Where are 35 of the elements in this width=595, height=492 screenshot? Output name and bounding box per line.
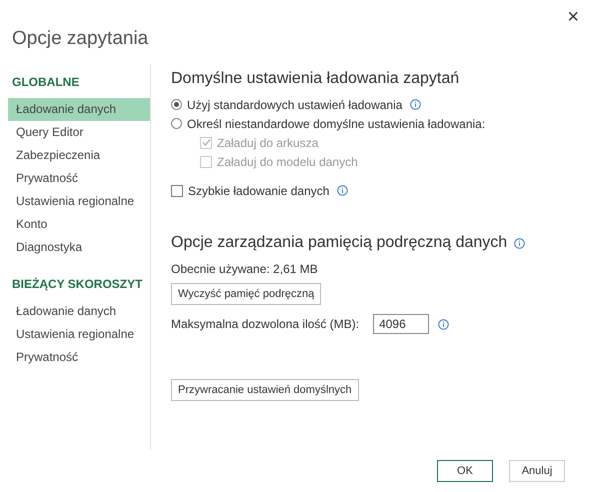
sidebar-item[interactable]: Ładowanie danych bbox=[8, 300, 150, 323]
clear-cache-button[interactable]: Wyczyść pamięć podręczną bbox=[171, 283, 322, 305]
sidebar-item[interactable]: Prywatność bbox=[8, 346, 150, 369]
checkbox-label: Załaduj do modelu danych bbox=[217, 154, 358, 168]
info-icon[interactable] bbox=[337, 185, 348, 196]
sidebar-item[interactable]: Prywatność bbox=[8, 167, 150, 190]
info-icon[interactable] bbox=[410, 99, 422, 110]
cache-usage-text: Obecnie używane: 2,61 MB bbox=[171, 262, 318, 276]
cancel-button[interactable]: Anuluj bbox=[509, 460, 565, 482]
ok-button[interactable]: OK bbox=[437, 460, 493, 482]
sidebar-item[interactable]: Diagnostyka bbox=[8, 236, 150, 259]
close-button[interactable]: × bbox=[561, 4, 585, 30]
section-heading: GLOBALNE bbox=[11, 74, 80, 91]
section-heading: Opcje zarządzania pamięcią podręczną danych bbox=[171, 234, 508, 252]
radio-button[interactable] bbox=[171, 99, 182, 110]
section-heading: BIEŻĄCY SKOROSZYT bbox=[11, 276, 144, 293]
checkbox[interactable] bbox=[171, 184, 183, 196]
radio-button[interactable] bbox=[171, 118, 182, 129]
max-size-field[interactable]: 4096 bbox=[373, 314, 430, 334]
sidebar-item[interactable]: Ustawienia regionalne bbox=[8, 323, 150, 346]
sidebar-item[interactable]: Konto bbox=[8, 213, 150, 236]
sidebar-item[interactable]: Ustawienia regionalne bbox=[8, 190, 150, 213]
sidebar-item[interactable]: Ładowanie danych bbox=[8, 98, 150, 121]
field-label: Maksymalna dozwolona ilość (MB): bbox=[171, 317, 360, 331]
section-heading: Domyślne ustawienia ładowania zapytań bbox=[171, 70, 460, 88]
info-icon[interactable] bbox=[438, 318, 450, 330]
checkbox-label: Szybkie ładowanie danych bbox=[188, 184, 330, 198]
option-label: Użyj standardowych ustawień ładowania bbox=[187, 98, 402, 112]
option-label: Określ niestandardowe domyślne ustawienia ładowania: bbox=[187, 116, 486, 130]
restore-defaults-button[interactable]: Przywracanie ustawień domyślnych bbox=[171, 379, 359, 401]
dialog-title: Opcje zapytania bbox=[12, 28, 148, 51]
sidebar-item[interactable]: Query Editor bbox=[8, 121, 150, 144]
info-icon[interactable] bbox=[514, 238, 526, 248]
checkbox-label: Załaduj do arkusza bbox=[217, 136, 318, 150]
sidebar-item[interactable]: Zabezpieczenia bbox=[8, 144, 150, 167]
